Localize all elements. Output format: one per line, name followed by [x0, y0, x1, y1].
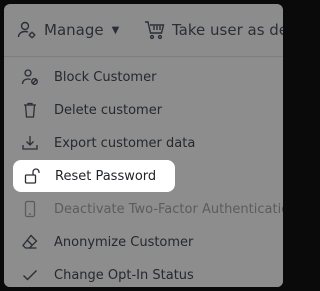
menu-item-change-opt-in-status[interactable]: Change Opt-In Status — [4, 259, 283, 287]
take-user-button[interactable]: Take user as del — [144, 4, 283, 56]
menu-item-reset-password[interactable]: Reset Password — [13, 160, 175, 192]
menu-item-delete-customer[interactable]: Delete customer — [4, 94, 283, 126]
manage-dropdown-button[interactable]: Manage ▼ — [16, 4, 119, 56]
menu-item-label: Anonymize Customer — [54, 234, 194, 250]
menu-item-label: Deactivate Two-Factor Authentication — [54, 201, 283, 217]
menu-item-label: Block Customer — [54, 69, 157, 85]
menu-item-deactivate-2fa[interactable]: Deactivate Two-Factor Authentication — [4, 193, 283, 225]
caret-down-icon: ▼ — [111, 24, 120, 36]
download-icon — [20, 133, 40, 153]
user-gear-icon — [16, 19, 38, 41]
user-block-icon — [20, 67, 40, 87]
manage-label: Manage — [44, 21, 104, 39]
manage-menu: Block Customer Delete customer Export cu… — [4, 58, 283, 287]
menu-item-export-customer-data[interactable]: Export customer data — [4, 127, 283, 159]
manage-menu-window: Manage ▼ Take user as del Block Customer… — [4, 4, 283, 287]
phone-icon — [20, 199, 40, 219]
menu-item-block-customer[interactable]: Block Customer — [4, 61, 283, 93]
trash-icon — [20, 100, 40, 120]
menu-item-label: Delete customer — [54, 102, 163, 118]
unlock-icon — [22, 166, 42, 186]
menu-item-label: Reset Password — [55, 168, 157, 184]
eraser-icon — [20, 232, 40, 252]
check-icon — [20, 265, 40, 285]
toolbar: Manage ▼ Take user as del — [4, 4, 283, 57]
cart-icon — [144, 19, 166, 41]
take-user-label: Take user as del — [172, 21, 283, 39]
menu-item-label: Change Opt-In Status — [54, 267, 194, 283]
menu-item-label: Export customer data — [54, 135, 196, 151]
menu-item-anonymize-customer[interactable]: Anonymize Customer — [4, 226, 283, 258]
